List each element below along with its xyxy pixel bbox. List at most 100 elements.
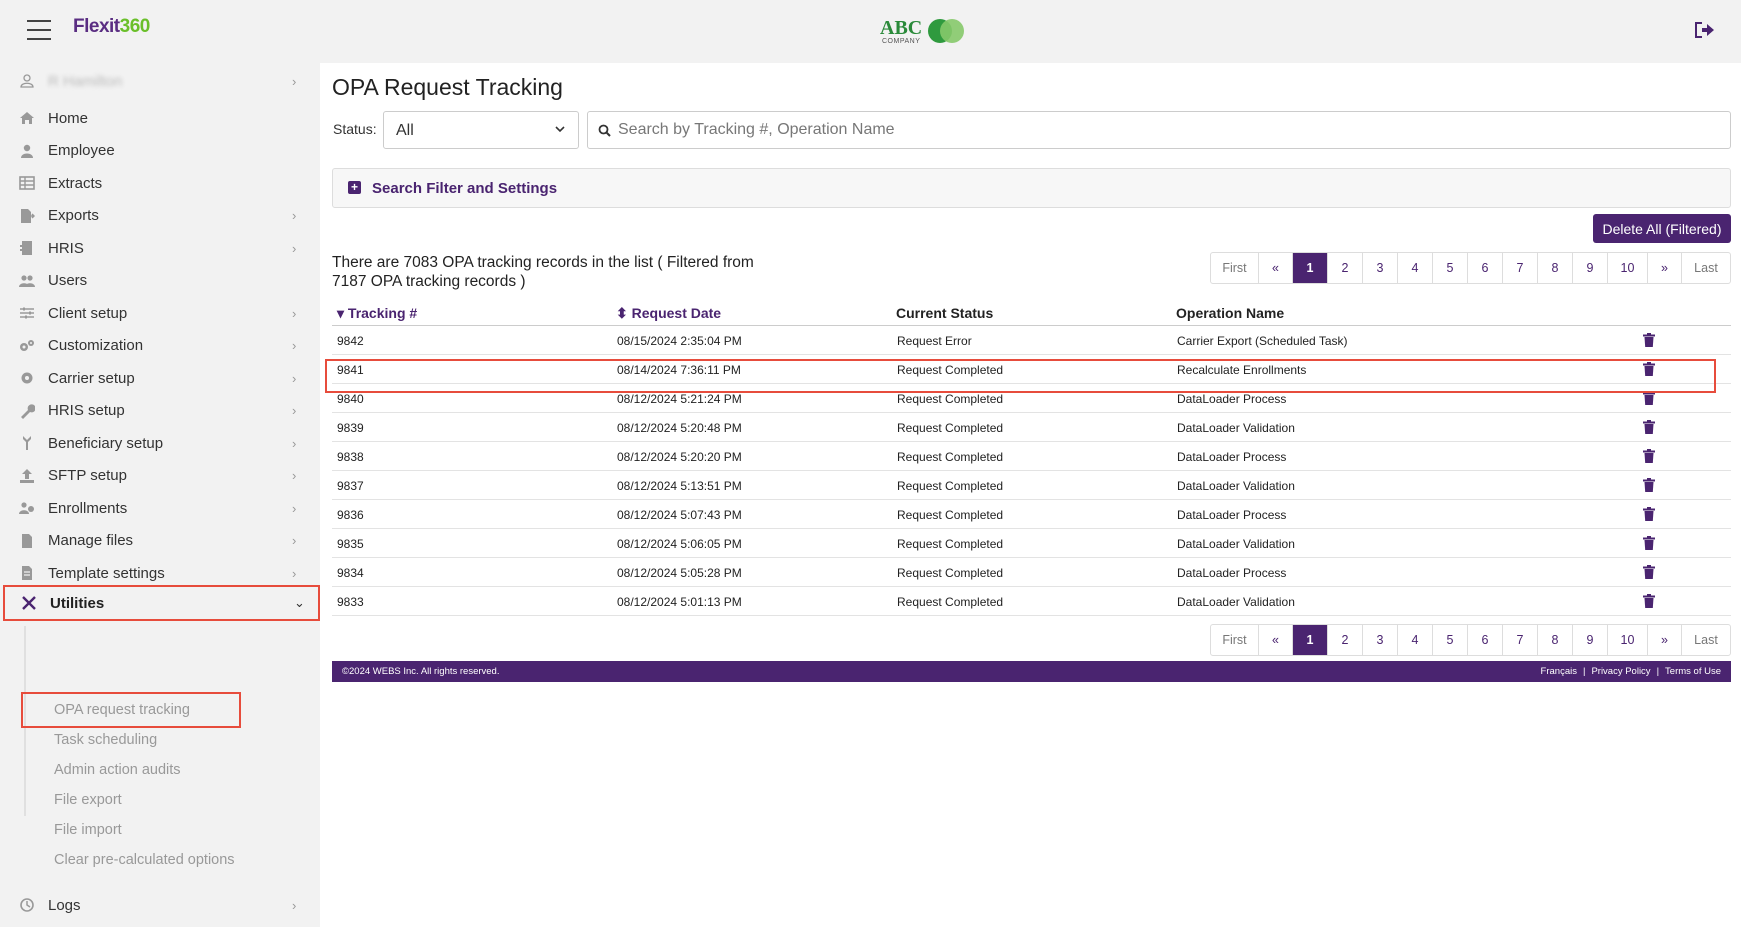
footer-separator: | [1582,666,1586,677]
submenu-item-file-export[interactable]: File export [54,792,122,808]
column-header-request-date[interactable]: ⬍ Request Date [616,305,721,322]
sidebar-item-extracts[interactable]: Extracts [0,165,320,201]
page-button[interactable]: 9 [1573,625,1608,655]
page-button[interactable]: 1 [1293,625,1328,655]
submenu-item-opa-request-tracking[interactable]: OPA request tracking [54,702,190,718]
brand-logo[interactable]: Flexit360 [73,16,150,38]
page-button[interactable]: « [1259,625,1293,655]
chevron-down-icon: ⌄ [294,595,305,610]
table-row[interactable]: 9835 08/12/2024 5:06:05 PM Request Complet… [332,529,1731,558]
logout-icon[interactable] [1693,20,1715,40]
chevron-right-icon: › [292,468,297,483]
search-input[interactable] [618,118,1718,142]
page-button[interactable]: 2 [1328,253,1363,283]
sidebar-user[interactable]: R Hamilton › [0,63,320,99]
sidebar-item-enrollments[interactable]: Enrollments › [0,490,320,526]
trash-icon[interactable] [1643,594,1655,608]
table-row[interactable]: 9837 08/12/2024 5:13:51 PM Request Complet… [332,471,1731,500]
hamburger-menu-icon[interactable] [27,20,51,40]
page-button[interactable]: Last [1682,253,1730,283]
trash-icon[interactable] [1643,420,1655,434]
file-export-icon [18,207,36,225]
footer-link-terms[interactable]: Terms of Use [1665,666,1721,677]
page-button[interactable]: 9 [1573,253,1608,283]
page-button[interactable]: 5 [1433,253,1468,283]
sidebar-item-home[interactable]: Home [0,100,320,136]
page-button[interactable]: 4 [1398,625,1433,655]
cell-current-status: Request Completed [897,421,1004,435]
sidebar-item-client-setup[interactable]: Client setup › [0,295,320,331]
sidebar: R Hamilton › Home Employee Extracts Exports… [0,63,320,927]
chevron-right-icon: › [292,73,297,89]
sidebar-item-users[interactable]: Users [0,263,320,299]
chevron-down-icon [555,126,565,133]
page-button[interactable]: Last [1682,625,1730,655]
trash-icon[interactable] [1643,507,1655,521]
page-button[interactable]: 6 [1468,625,1503,655]
footer-link-french[interactable]: Français [1541,666,1577,677]
page-button[interactable]: 8 [1538,253,1573,283]
submenu-item-file-import[interactable]: File import [54,822,122,838]
submenu-item-admin-action-audits[interactable]: Admin action audits [54,762,181,778]
page-button[interactable]: « [1259,253,1293,283]
sidebar-item-employee[interactable]: Employee [0,133,320,169]
sidebar-item-utilities[interactable]: Utilities ⌄ [3,585,320,621]
sidebar-item-beneficiary-setup[interactable]: Beneficiary setup › [0,425,320,461]
page-button[interactable]: 3 [1363,253,1398,283]
table-row[interactable]: 9839 08/12/2024 5:20:48 PM Request Complet… [332,413,1731,442]
page-button[interactable]: 2 [1328,625,1363,655]
page-button[interactable]: 3 [1363,625,1398,655]
sidebar-item-label: HRIS setup [48,402,125,419]
chevron-right-icon: › [292,338,297,353]
footer-link-privacy[interactable]: Privacy Policy [1591,666,1650,677]
page-button[interactable]: 10 [1608,253,1648,283]
trash-icon[interactable] [1643,565,1655,579]
cell-operation-name: DataLoader Process [1177,566,1287,580]
page-button[interactable]: 10 [1608,625,1648,655]
sidebar-item-logs[interactable]: Logs › [0,887,320,923]
sidebar-item-manage-files[interactable]: Manage files › [0,523,320,559]
delete-all-button[interactable]: Delete All (Filtered) [1593,214,1731,243]
user-icon [18,142,36,160]
page-button[interactable]: » [1648,625,1682,655]
submenu-item-clear-pre-calculated-options[interactable]: Clear pre-calculated options [54,852,235,868]
cell-request-date: 08/12/2024 5:21:24 PM [617,392,742,406]
trash-icon[interactable] [1643,478,1655,492]
table-row[interactable]: 9838 08/12/2024 5:20:20 PM Request Complet… [332,442,1731,471]
page-button[interactable]: 8 [1538,625,1573,655]
page-button[interactable]: 6 [1468,253,1503,283]
sidebar-item-carrier-setup[interactable]: Carrier setup › [0,360,320,396]
table-icon [18,174,36,192]
page-button[interactable]: 4 [1398,253,1433,283]
trash-icon[interactable] [1643,391,1655,405]
sort-desc-icon: ▾ [337,305,345,321]
sidebar-item-exports[interactable]: Exports › [0,198,320,234]
table-row[interactable]: 9833 08/12/2024 5:01:13 PM Request Complet… [332,587,1731,616]
footer-copyright: ©2024 WEBS Inc. All rights reserved. [342,666,500,677]
users-icon [18,272,36,290]
page-button[interactable]: 5 [1433,625,1468,655]
page-button[interactable]: 7 [1503,625,1538,655]
status-select[interactable]: All [383,111,579,149]
sidebar-item-label: Beneficiary setup [48,434,164,452]
sidebar-item-hris[interactable]: HRIS › [0,230,320,266]
sidebar-item-customization[interactable]: Customization › [0,328,320,364]
table-row[interactable]: 9834 08/12/2024 5:05:28 PM Request Complet… [332,558,1731,587]
search-filter-toggle[interactable]: + Search Filter and Settings [332,168,1731,208]
cell-tracking: 9839 [337,421,364,435]
sidebar-item-sftp-setup[interactable]: SFTP setup › [0,458,320,494]
trash-icon[interactable] [1643,449,1655,463]
page-button[interactable]: First [1211,253,1259,283]
trash-icon[interactable] [1643,333,1655,347]
trash-icon[interactable] [1643,536,1655,550]
page-button[interactable]: 1 [1293,253,1328,283]
table-row[interactable]: 9842 08/15/2024 2:35:04 PM Request Error Ca… [332,326,1731,355]
page-button[interactable]: First [1211,625,1259,655]
sidebar-item-hris-setup[interactable]: HRIS setup › [0,393,320,429]
column-header-tracking[interactable]: ▾ Tracking # [337,305,417,322]
submenu-item-task-scheduling[interactable]: Task scheduling [54,732,157,748]
cell-operation-name: DataLoader Process [1177,450,1287,464]
page-button[interactable]: 7 [1503,253,1538,283]
page-button[interactable]: » [1648,253,1682,283]
table-row[interactable]: 9836 08/12/2024 5:07:43 PM Request Complet… [332,500,1731,529]
